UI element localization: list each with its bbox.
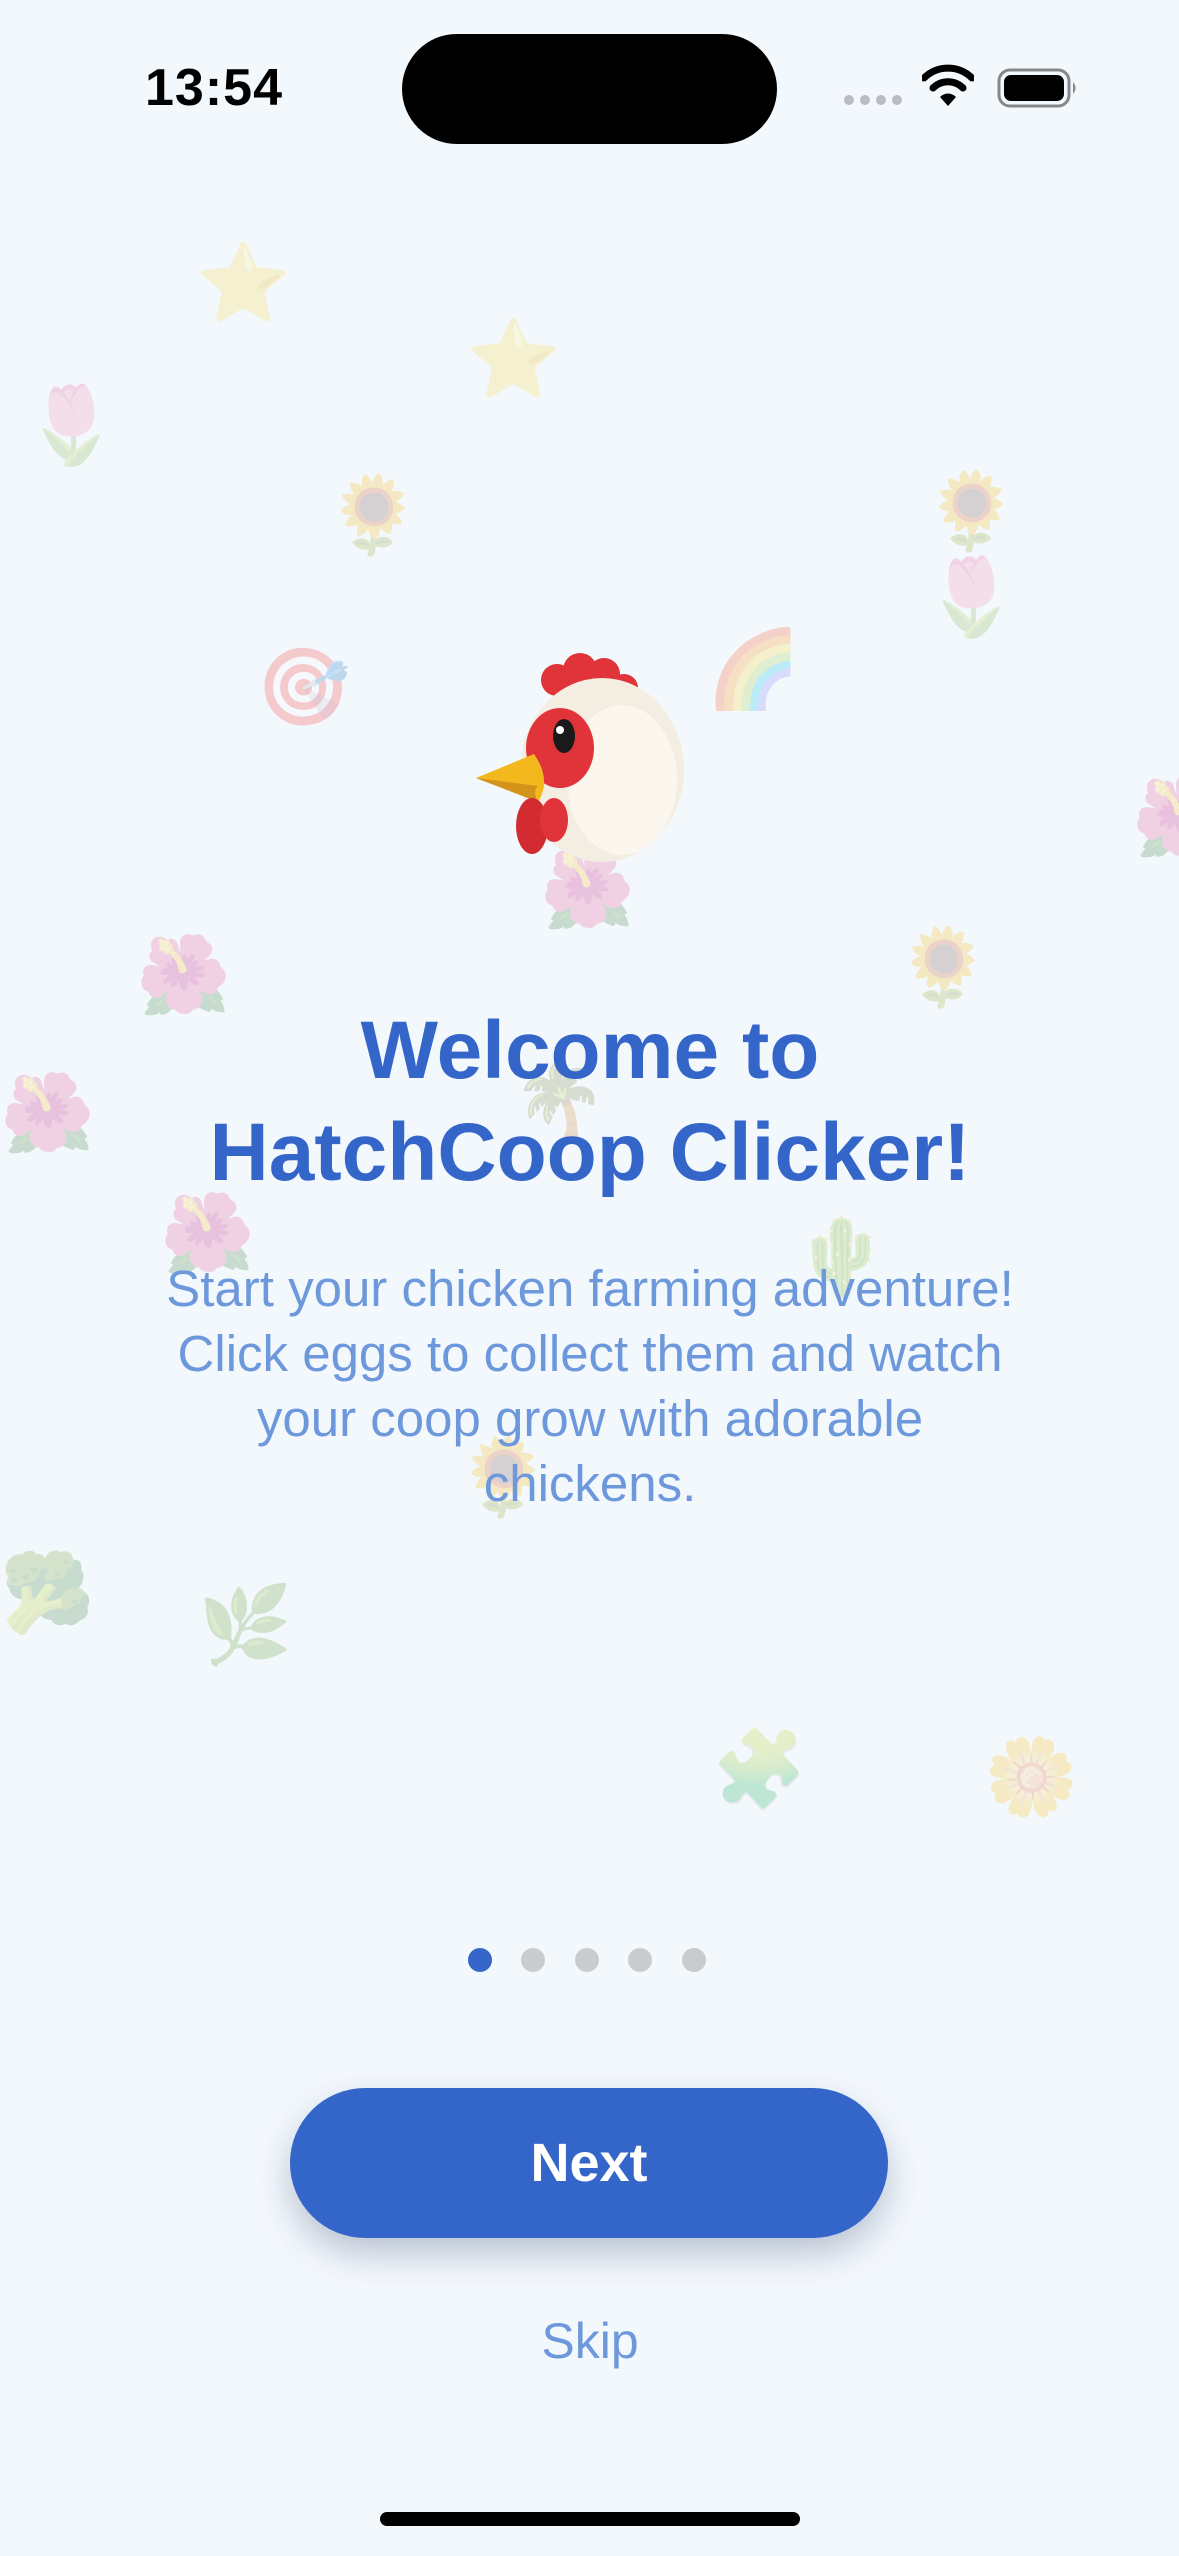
description-line1: Start your chicken farming adventure! <box>166 1260 1014 1317</box>
page-dot-2[interactable] <box>521 1948 545 1972</box>
welcome-title-line2: HatchCoop Clicker! <box>209 1107 971 1198</box>
hibiscus-decoration-icon: 🌺 <box>0 1071 95 1156</box>
tulip-decoration-icon: 🌷 <box>924 555 1019 640</box>
wifi-icon <box>922 64 974 106</box>
skip-button[interactable]: Skip <box>490 2312 690 2370</box>
home-indicator[interactable] <box>380 2512 800 2526</box>
sunflower-decoration-icon: 🌻 <box>326 473 421 558</box>
star-decoration-icon: ⭐ <box>466 317 561 402</box>
battery-icon <box>997 68 1076 108</box>
welcome-title: Welcome to HatchCoop Clicker! <box>140 1000 1040 1204</box>
chicken-head-icon <box>476 653 684 862</box>
next-button[interactable]: Next <box>290 2088 888 2238</box>
welcome-title-line1: Welcome to <box>360 1005 820 1096</box>
sunflower-decoration-icon: 🌻 <box>924 469 1019 554</box>
onboarding-screen: ⭐ ⭐ 🌷 🌻 🌻 🌷 🎯 🌈 🌺 🌺 🌺 🌻 🌺 🌴 🌺 🌵 🌻 🥦 🌿 🧩 … <box>0 0 1179 2556</box>
target-decoration-icon: 🎯 <box>256 645 351 730</box>
page-dot-5[interactable] <box>682 1948 706 1972</box>
tulip-decoration-icon: 🌷 <box>24 383 119 468</box>
rainbow-decoration-icon: 🌈 <box>706 627 801 712</box>
dynamic-island <box>402 34 777 144</box>
welcome-description: Start your chicken farming adventure! Cl… <box>100 1256 1080 1516</box>
cellular-signal-icon <box>844 95 904 105</box>
description-line3: your coop grow with adorable <box>256 1390 924 1447</box>
broccoli-decoration-icon: 🥦 <box>0 1551 95 1636</box>
herb-decoration-icon: 🌿 <box>198 1583 293 1668</box>
page-dot-1-active[interactable] <box>468 1948 492 1972</box>
puzzle-decoration-icon: 🧩 <box>712 1727 807 1812</box>
blossom-decoration-icon: 🌼 <box>984 1735 1079 1820</box>
description-line2: Click eggs to collect them and watch <box>177 1325 1003 1382</box>
page-dot-4[interactable] <box>628 1948 652 1972</box>
hibiscus-decoration-icon: 🌺 <box>1132 780 1179 856</box>
page-indicator[interactable] <box>468 1948 718 1972</box>
star-decoration-icon: ⭐ <box>196 241 291 326</box>
sunflower-decoration-icon: 🌻 <box>896 925 991 1010</box>
status-bar-time: 13:54 <box>145 59 283 117</box>
page-dot-3[interactable] <box>575 1948 599 1972</box>
description-line4: chickens. <box>483 1455 697 1512</box>
